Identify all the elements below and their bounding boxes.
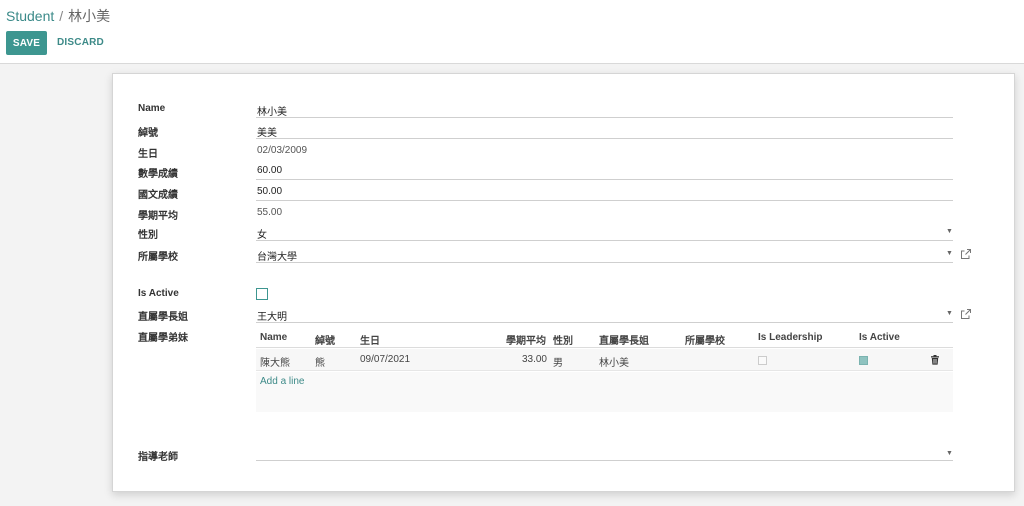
nickname-input[interactable]: 美美 bbox=[257, 124, 277, 139]
nickname-label: 綽號 bbox=[138, 128, 158, 139]
chinese-score-underline bbox=[256, 200, 953, 201]
senior-label: 直屬學長姐 bbox=[138, 312, 188, 323]
is-active-checkbox[interactable] bbox=[256, 288, 268, 300]
birthday-value: 02/03/2009 bbox=[257, 145, 308, 156]
col-school[interactable]: 所屬學校 bbox=[685, 332, 725, 347]
col-senior[interactable]: 直屬學長姐 bbox=[599, 332, 649, 347]
school-select[interactable]: 台灣大學 bbox=[257, 248, 297, 263]
senior-select[interactable]: 王大明 bbox=[257, 308, 287, 323]
form-sheet bbox=[112, 73, 1015, 492]
name-label: Name bbox=[138, 103, 166, 114]
control-panel: Student / 林小美 SAVE DISCARD bbox=[0, 0, 1024, 64]
chinese-score-input[interactable]: 50.00 bbox=[257, 186, 282, 197]
save-button[interactable]: SAVE bbox=[6, 31, 47, 55]
breadcrumb-parent-link[interactable]: Student bbox=[6, 8, 54, 24]
senior-underline bbox=[256, 322, 953, 323]
teacher-label: 指導老師 bbox=[138, 452, 178, 463]
school-label: 所屬學校 bbox=[138, 252, 178, 263]
teacher-underline bbox=[256, 460, 953, 461]
gender-select[interactable]: 女 bbox=[257, 226, 267, 241]
senior-external-link-icon[interactable] bbox=[960, 308, 972, 320]
math-score-underline bbox=[256, 179, 953, 180]
col-nickname[interactable]: 綽號 bbox=[315, 332, 335, 347]
breadcrumb: Student / 林小美 bbox=[6, 6, 110, 26]
col-name[interactable]: Name bbox=[260, 332, 287, 343]
breadcrumb-separator: / bbox=[59, 8, 64, 24]
school-chevron-down-icon[interactable]: ▼ bbox=[946, 250, 953, 257]
breadcrumb-current: 林小美 bbox=[68, 8, 111, 24]
gender-chevron-down-icon[interactable]: ▼ bbox=[946, 228, 953, 235]
discard-button[interactable]: DISCARD bbox=[57, 37, 104, 48]
trash-icon[interactable] bbox=[930, 355, 940, 365]
row-nickname: 熊 bbox=[315, 358, 325, 369]
col-gender[interactable]: 性別 bbox=[553, 332, 573, 347]
math-score-input[interactable]: 60.00 bbox=[257, 165, 282, 176]
is-active-label: Is Active bbox=[138, 288, 179, 299]
row-is-active-checkbox[interactable] bbox=[859, 356, 868, 365]
school-underline bbox=[256, 262, 953, 263]
row-senior: 林小美 bbox=[599, 358, 629, 369]
chinese-score-label: 國文成績 bbox=[138, 190, 178, 201]
col-avg[interactable]: 學期平均 bbox=[506, 332, 546, 347]
col-birthday[interactable]: 生日 bbox=[360, 332, 380, 347]
birthday-label: 生日 bbox=[138, 149, 158, 160]
gender-label: 性別 bbox=[138, 230, 158, 241]
col-is-active[interactable]: Is Active bbox=[859, 332, 900, 343]
senior-chevron-down-icon[interactable]: ▼ bbox=[946, 310, 953, 317]
name-input[interactable]: 林小美 bbox=[257, 103, 287, 118]
row-gender: 男 bbox=[553, 358, 563, 369]
col-is-leadership[interactable]: Is Leadership bbox=[758, 332, 822, 343]
nickname-underline bbox=[256, 138, 953, 139]
teacher-chevron-down-icon[interactable]: ▼ bbox=[946, 450, 953, 457]
school-external-link-icon[interactable] bbox=[960, 248, 972, 260]
row-avg: 33.00 bbox=[521, 354, 547, 365]
add-line-link[interactable]: Add a line bbox=[260, 376, 304, 387]
semester-avg-label: 學期平均 bbox=[138, 211, 178, 222]
row-name: 陳大熊 bbox=[260, 358, 290, 369]
math-score-label: 數學成績 bbox=[138, 169, 178, 180]
row-is-leadership-checkbox[interactable] bbox=[758, 356, 767, 365]
juniors-table-empty-area bbox=[256, 372, 953, 412]
row-birthday: 09/07/2021 bbox=[360, 354, 411, 365]
semester-avg-value: 55.00 bbox=[257, 207, 283, 218]
name-underline bbox=[256, 117, 953, 118]
gender-underline bbox=[256, 240, 953, 241]
juniors-label: 直屬學弟妹 bbox=[138, 333, 188, 344]
